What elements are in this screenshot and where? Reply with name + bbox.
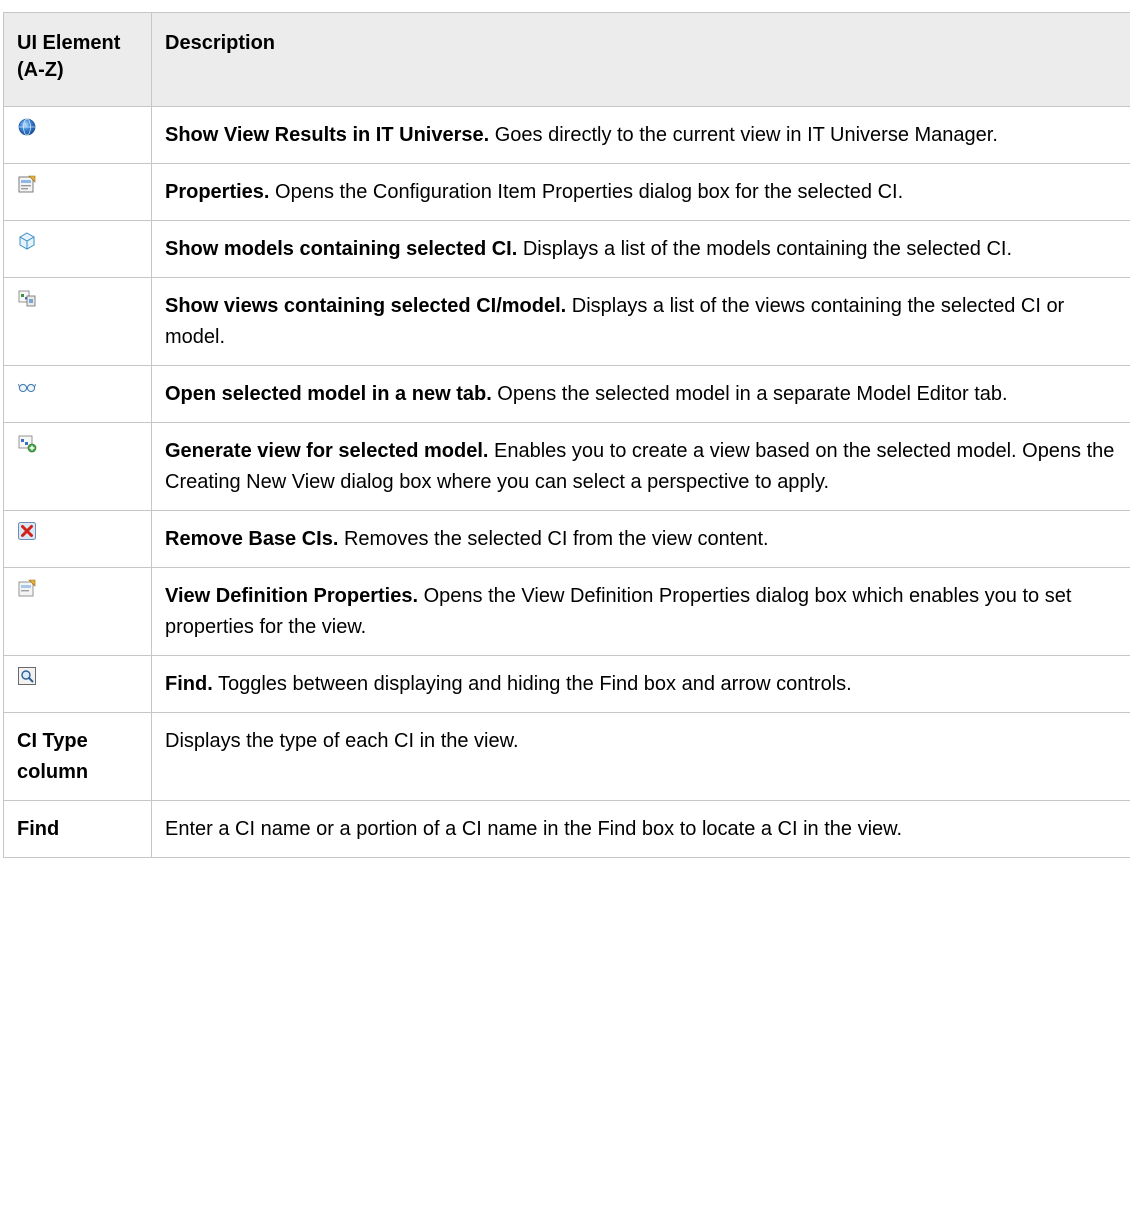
description-cell: Remove Base CIs. Removes the selected CI… [151, 510, 1130, 568]
ui-element-cell [3, 106, 152, 164]
row-description: Opens the Configuration Item Properties … [269, 181, 904, 203]
table-row: Generate view for selected model. Enable… [3, 422, 1130, 511]
table-row: View Definition Properties. Opens the Vi… [3, 567, 1130, 656]
description-cell: View Definition Properties. Opens the Vi… [151, 567, 1130, 656]
table-row: Show View Results in IT Universe. Goes d… [3, 106, 1130, 164]
find-icon [17, 666, 37, 686]
table-row: Find. Toggles between displaying and hid… [3, 655, 1130, 713]
column-header-ui-element: UI Element (A-Z) [3, 12, 152, 107]
table-row: CI Type column Displays the type of each… [3, 712, 1130, 801]
row-title: Open selected model in a new tab. [165, 383, 492, 405]
views-icon [17, 288, 37, 308]
ui-element-cell [3, 422, 152, 511]
table-header-row: UI Element (A-Z) Description [3, 12, 1130, 107]
table-row: Show models containing selected CI. Disp… [3, 220, 1130, 278]
generate-view-icon [17, 433, 37, 453]
row-title: Show models containing selected CI. [165, 238, 518, 260]
row-title: Find. [165, 673, 213, 695]
row-title: Remove Base CIs. [165, 528, 339, 550]
row-title: Show View Results in IT Universe. [165, 124, 490, 146]
row-description: Toggles between displaying and hiding th… [212, 673, 852, 695]
row-description: Removes the selected CI from the view co… [338, 528, 769, 550]
globe-icon [17, 117, 37, 137]
table-row: Find Enter a CI name or a portion of a C… [3, 800, 1130, 858]
ui-element-cell: Find [3, 800, 152, 858]
ui-element-cell [3, 365, 152, 423]
row-title: Show views containing selected CI/model. [165, 295, 567, 317]
row-description: Goes directly to the current view in IT … [489, 124, 998, 146]
table-row: Remove Base CIs. Removes the selected CI… [3, 510, 1130, 568]
row-title: View Definition Properties. [165, 585, 419, 607]
description-cell: Find. Toggles between displaying and hid… [151, 655, 1130, 713]
ui-element-cell [3, 655, 152, 713]
ui-element-cell [3, 163, 152, 221]
table-row: Open selected model in a new tab. Opens … [3, 365, 1130, 423]
row-description: Opens the selected model in a separate M… [491, 383, 1008, 405]
glasses-icon [17, 376, 37, 396]
ui-element-cell [3, 510, 152, 568]
ui-element-cell [3, 220, 152, 278]
ui-element-cell [3, 567, 152, 656]
ui-element-cell [3, 277, 152, 366]
row-description: Displays a list of the models containing… [517, 238, 1012, 260]
view-definition-icon [17, 578, 37, 598]
ui-elements-table: UI Element (A-Z) Description Show View R… [3, 12, 1130, 858]
description-cell: Enter a CI name or a portion of a CI nam… [151, 800, 1130, 858]
table-row: Show views containing selected CI/model.… [3, 277, 1130, 366]
description-cell: Show models containing selected CI. Disp… [151, 220, 1130, 278]
description-cell: Open selected model in a new tab. Opens … [151, 365, 1130, 423]
ui-element-cell: CI Type column [3, 712, 152, 801]
column-header-description: Description [151, 12, 1130, 107]
description-cell: Displays the type of each CI in the view… [151, 712, 1130, 801]
row-title: Properties. [165, 181, 270, 203]
description-cell: Show View Results in IT Universe. Goes d… [151, 106, 1130, 164]
table-row: Properties. Opens the Configuration Item… [3, 163, 1130, 221]
description-cell: Properties. Opens the Configuration Item… [151, 163, 1130, 221]
description-cell: Show views containing selected CI/model.… [151, 277, 1130, 366]
cube-icon [17, 231, 37, 251]
description-cell: Generate view for selected model. Enable… [151, 422, 1130, 511]
row-title: Generate view for selected model. [165, 440, 489, 462]
remove-icon [17, 521, 37, 541]
properties-icon [17, 174, 37, 194]
